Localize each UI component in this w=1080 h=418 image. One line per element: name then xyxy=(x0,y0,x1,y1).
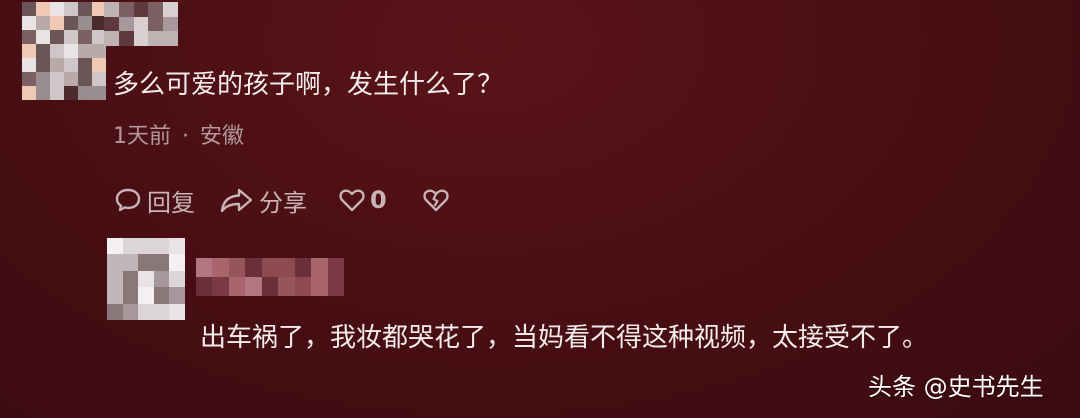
blurred-avatar[interactable] xyxy=(22,2,106,100)
speech-bubble-icon xyxy=(113,185,143,215)
comment-meta: 1天前 · 安徽 xyxy=(113,123,244,151)
blurred-username[interactable] xyxy=(104,2,178,46)
broken-heart-icon xyxy=(421,185,451,215)
like-button[interactable]: 0 xyxy=(337,185,387,215)
meta-separator: · xyxy=(182,124,189,149)
share-label: 分享 xyxy=(259,188,307,217)
comment-text: 多么可爱的孩子啊，发生什么了？ xyxy=(113,70,504,100)
reply-label: 回复 xyxy=(147,188,195,217)
watermark: 头条 @史书先生 xyxy=(868,373,1044,401)
heart-outline-icon xyxy=(337,185,367,215)
comment-actions: 回复 分享 0 xyxy=(113,182,451,218)
blurred-avatar[interactable] xyxy=(107,238,185,320)
share-button[interactable]: 分享 xyxy=(219,183,307,218)
share-arrow-icon xyxy=(219,185,255,215)
comment-location: 安徽 xyxy=(200,124,245,149)
like-count: 0 xyxy=(370,186,387,214)
reply-button[interactable]: 回复 xyxy=(113,183,195,218)
blurred-username[interactable] xyxy=(196,258,344,296)
reply-text: 出车祸了，我妆都哭花了，当妈看不得这种视频，太接受不了。 xyxy=(200,323,929,353)
dislike-button[interactable] xyxy=(421,185,451,215)
comment-time: 1天前 xyxy=(113,124,171,149)
